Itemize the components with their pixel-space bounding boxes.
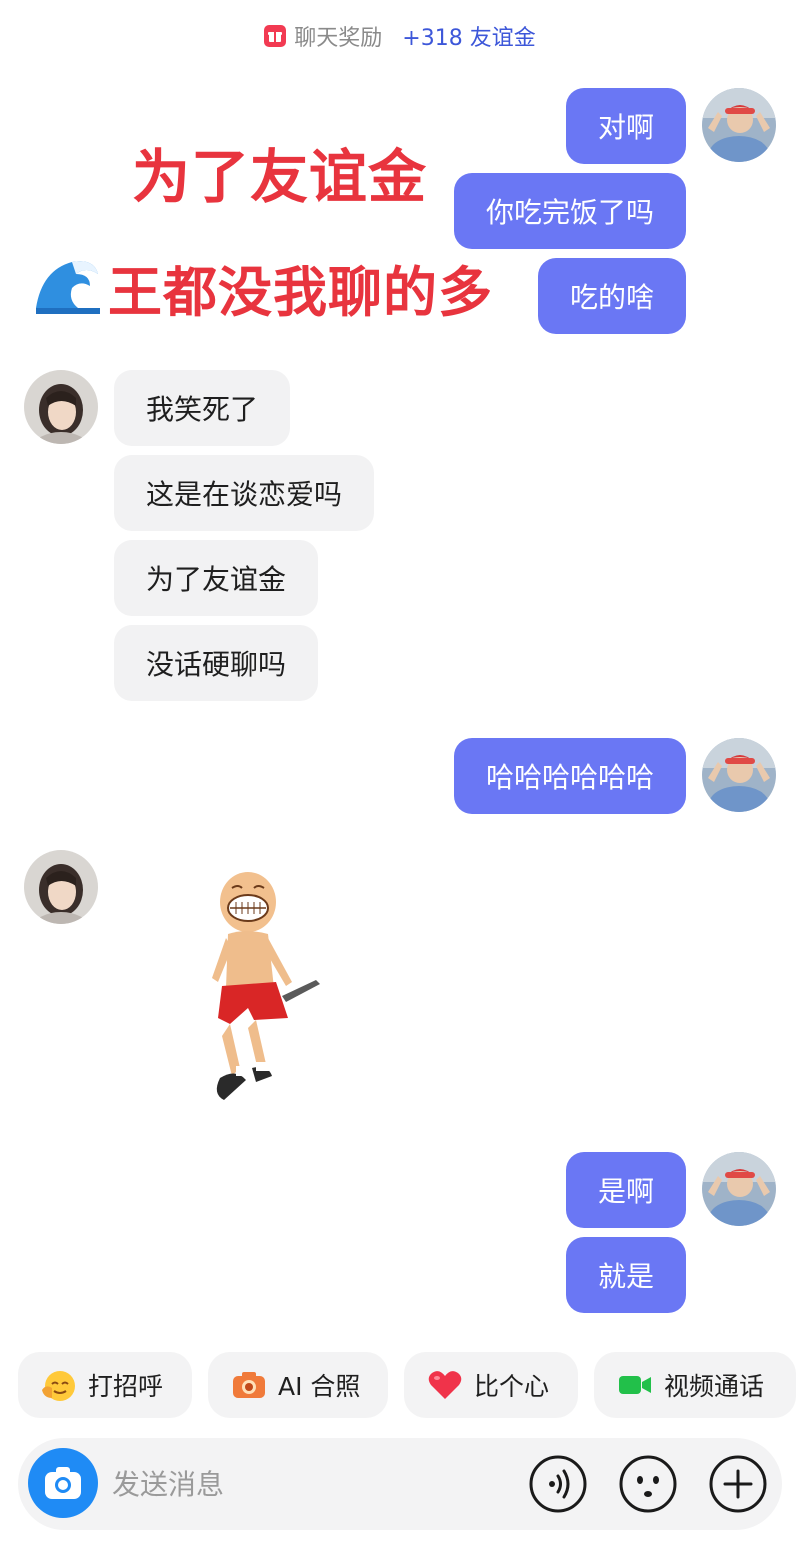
- quick-action-ai-photo[interactable]: AI 合照: [208, 1352, 388, 1418]
- video-camera-icon: [619, 1376, 651, 1394]
- quick-action-label: 比个心: [474, 1372, 550, 1401]
- plus-circle-icon: [709, 1455, 767, 1513]
- more-button[interactable]: [708, 1454, 768, 1514]
- wave-emoji-icon: [36, 261, 100, 314]
- message-bubble-sent[interactable]: 吃的啥: [537, 258, 686, 334]
- chat-screen: 聊天奖励 +318 友谊金 对啊 你吃完饭了吗 吃的啥 为了友谊金 王都没我聊的…: [0, 0, 800, 1544]
- message-bubble-received[interactable]: 这是在谈恋爱吗: [114, 455, 375, 531]
- overlay-caption-line2: 王都没我聊的多: [108, 261, 493, 324]
- chat-reward-banner[interactable]: 聊天奖励 +318 友谊金: [0, 18, 800, 54]
- reward-gift-icon: [264, 25, 287, 47]
- message-bubble-sent[interactable]: 是啊: [565, 1152, 686, 1228]
- emoji-button[interactable]: [618, 1454, 678, 1514]
- smiley-face-icon: [619, 1455, 677, 1513]
- quick-actions-row: 打招呼 AI 合照 比个心 视频通话: [18, 1352, 798, 1418]
- quick-action-label: 视频通话: [664, 1372, 765, 1401]
- quick-action-video-call[interactable]: 视频通话: [594, 1352, 796, 1418]
- camera-emoji-icon: [233, 1372, 265, 1398]
- message-input[interactable]: [112, 1458, 512, 1510]
- quick-action-label: 打招呼: [88, 1372, 164, 1401]
- wave-hand-emoji-icon: [42, 1371, 75, 1401]
- my-avatar[interactable]: [702, 1152, 776, 1226]
- reward-amount: +318 友谊金: [402, 26, 536, 51]
- contact-avatar[interactable]: [24, 370, 98, 444]
- message-bubble-received[interactable]: 没话硬聊吗: [114, 625, 319, 701]
- message-composer: [18, 1438, 782, 1530]
- quick-action-greet[interactable]: 打招呼: [18, 1352, 192, 1418]
- my-avatar[interactable]: [702, 738, 776, 812]
- dancing-man-sticker-icon[interactable]: [196, 868, 336, 1116]
- message-bubble-sent[interactable]: 你吃完饭了吗: [453, 173, 686, 249]
- message-bubble-sent[interactable]: 哈哈哈哈哈哈: [453, 738, 686, 814]
- camera-button[interactable]: [28, 1448, 98, 1518]
- message-bubble-sent[interactable]: 就是: [565, 1237, 686, 1313]
- voice-button[interactable]: [528, 1454, 588, 1514]
- contact-avatar[interactable]: [24, 850, 98, 924]
- message-bubble-received[interactable]: 为了友谊金: [114, 540, 319, 616]
- overlay-caption-line1: 为了友谊金: [132, 143, 428, 211]
- camera-icon: [45, 1467, 81, 1499]
- reward-label: 聊天奖励: [294, 26, 383, 51]
- quick-action-heart[interactable]: 比个心: [404, 1352, 578, 1418]
- quick-action-label: AI 合照: [278, 1372, 361, 1401]
- message-bubble-received[interactable]: 我笑死了: [114, 370, 291, 446]
- message-bubble-sent[interactable]: 对啊: [565, 88, 686, 164]
- heart-emoji-icon: [428, 1371, 462, 1399]
- voice-wave-icon: [529, 1455, 587, 1513]
- my-avatar[interactable]: [702, 88, 776, 162]
